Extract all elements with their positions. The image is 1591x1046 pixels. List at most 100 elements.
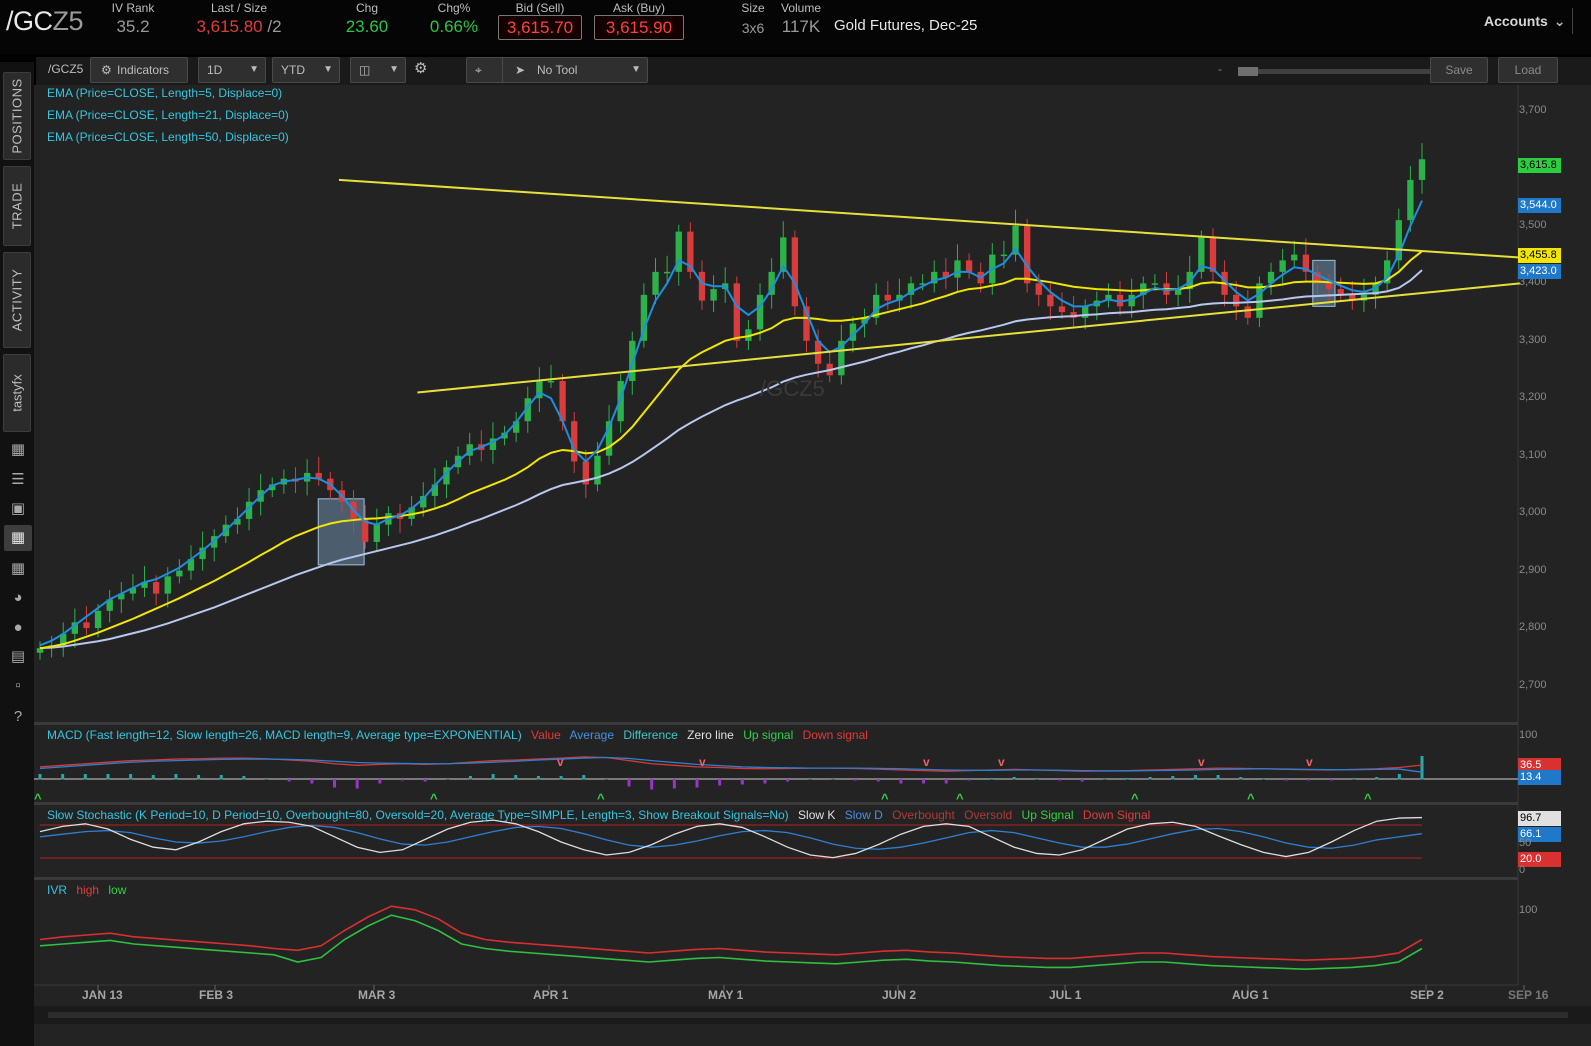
candle-body	[756, 294, 764, 330]
macd-down-signal-arrow: v	[1306, 755, 1313, 769]
macd-up-signal-arrow: ^	[597, 791, 605, 806]
ivr-low-line	[39, 914, 1423, 971]
macd-histogram-bar	[1284, 779, 1288, 781]
macd-histogram-bar	[695, 779, 699, 788]
candle-body	[1151, 283, 1159, 285]
macd-down-signal-arrow: v	[923, 755, 930, 769]
date-tick: APR 1	[533, 988, 569, 1002]
scrollbar-track[interactable]	[48, 1012, 1568, 1018]
candle-body	[954, 260, 961, 278]
ema5-label[interactable]: EMA (Price=CLOSE, Length=5, Displace=0)	[47, 86, 282, 100]
stoch-tick-0: 0	[1519, 864, 1526, 876]
macd-histogram-bar	[400, 779, 404, 781]
candle-body	[164, 576, 171, 594]
ema21-price-tag: 3,455.8	[1518, 248, 1561, 263]
macd-histogram-bar	[967, 779, 971, 781]
date-tick: FEB 3	[199, 988, 234, 1002]
candle-body	[1047, 294, 1054, 307]
candle-body	[698, 271, 706, 301]
candle-body	[1407, 179, 1414, 221]
candle-body	[1035, 283, 1042, 295]
macd-up-signal-arrow: ^	[1364, 791, 1372, 806]
macd-histogram-bar	[1103, 779, 1107, 780]
macd-histogram-bar	[83, 774, 87, 780]
macd-histogram-bar	[582, 775, 586, 780]
macd-avg-tag: 13.4	[1518, 770, 1561, 785]
macd-histogram-bar	[242, 776, 246, 780]
macd-histogram-bar	[1261, 779, 1265, 780]
stochastic-label[interactable]: Slow Stochastic (K Period=10, D Period=1…	[47, 808, 1156, 822]
candle-body	[791, 237, 799, 307]
candle-body	[1233, 294, 1240, 307]
candle-body	[1279, 260, 1286, 272]
macd-histogram-bar	[1035, 779, 1039, 780]
price-tick: 3,700	[1519, 103, 1547, 116]
price-tick: 2,700	[1519, 678, 1547, 691]
macd-histogram-bar	[990, 778, 994, 780]
date-tick: JUN 2	[882, 988, 917, 1002]
macd-up-signal-arrow: ^	[430, 791, 438, 806]
pane-divider	[34, 802, 1518, 805]
macd-histogram-bar	[265, 778, 269, 780]
macd-histogram-bar	[129, 774, 133, 780]
macd-histogram-bar	[899, 779, 903, 784]
ivr-label[interactable]: IVR high low	[47, 883, 132, 897]
macd-histogram-bar	[61, 774, 65, 780]
stoch-tick-50: 50	[1519, 837, 1532, 849]
date-tick: AUG 1	[1232, 988, 1269, 1002]
macd-histogram-bar	[559, 776, 563, 780]
candle-body	[571, 421, 578, 462]
macd-average-line	[39, 756, 1423, 773]
macd-histogram-bar	[1329, 779, 1333, 781]
macd-histogram-bar	[808, 779, 812, 780]
macd-histogram-bar	[1307, 779, 1311, 781]
trendline-lower	[417, 282, 1521, 394]
candle-body	[1291, 254, 1298, 261]
macd-histogram-bar	[310, 779, 314, 784]
macd-histogram-bar	[197, 775, 201, 780]
pane-divider	[34, 877, 1518, 880]
candle-body	[652, 271, 659, 295]
ema50-label[interactable]: EMA (Price=CLOSE, Length=50, Displace=0)	[47, 130, 289, 144]
macd-up-signal-arrow: ^	[956, 791, 964, 806]
macd-histogram-bar	[423, 779, 427, 782]
price-tick: 3,300	[1519, 333, 1547, 346]
macd-histogram-bar	[831, 779, 835, 780]
price-tick: 3,200	[1519, 391, 1547, 404]
candle-body	[965, 260, 973, 272]
candle-body	[1000, 254, 1008, 257]
trendline-upper	[338, 178, 1521, 259]
candle-body	[1058, 306, 1066, 313]
macd-histogram-bar	[1352, 778, 1356, 780]
macd-histogram-bar	[446, 779, 450, 780]
macd-down-signal-arrow: v	[699, 755, 706, 769]
macd-histogram-bar	[1058, 779, 1062, 781]
ema21-label[interactable]: EMA (Price=CLOSE, Length=21, Displace=0)	[47, 108, 289, 122]
stoch-slow-d-line	[39, 824, 1423, 850]
chart-canvas[interactable]: ^ ^ ^ ^ ^ ^ ^ ^ v v v v v v	[0, 0, 1591, 1046]
macd-histogram-bar	[1397, 774, 1401, 780]
candle-body	[83, 622, 90, 629]
macd-histogram-bar	[491, 774, 495, 780]
date-tick: SEP 16	[1508, 988, 1549, 1002]
macd-up-signal-arrow: ^	[881, 791, 889, 806]
candle-body	[1325, 283, 1333, 290]
macd-histogram-bar	[854, 779, 858, 781]
macd-up-signal-arrow: ^	[1247, 791, 1255, 806]
symbol-watermark: /GCZ5	[760, 376, 825, 401]
candle-body	[373, 524, 380, 542]
macd-histogram-bar	[1080, 779, 1084, 782]
macd-histogram-bar	[536, 776, 540, 780]
macd-histogram-bar	[763, 779, 767, 784]
ivr-tick: 100	[1519, 904, 1538, 916]
date-tick: JUL 1	[1049, 988, 1082, 1002]
macd-histogram-bar	[468, 776, 472, 780]
macd-histogram-bar	[1171, 776, 1175, 780]
macd-label[interactable]: MACD (Fast length=12, Slow length=26, MA…	[47, 728, 874, 742]
horizontal-scrollbar[interactable]	[34, 1006, 1591, 1024]
macd-histogram-bar	[174, 774, 178, 780]
macd-histogram-bar	[876, 779, 880, 782]
macd-histogram-bar	[1148, 777, 1152, 780]
macd-down-signal-arrow: v	[1198, 755, 1205, 769]
candle-body	[547, 381, 555, 383]
